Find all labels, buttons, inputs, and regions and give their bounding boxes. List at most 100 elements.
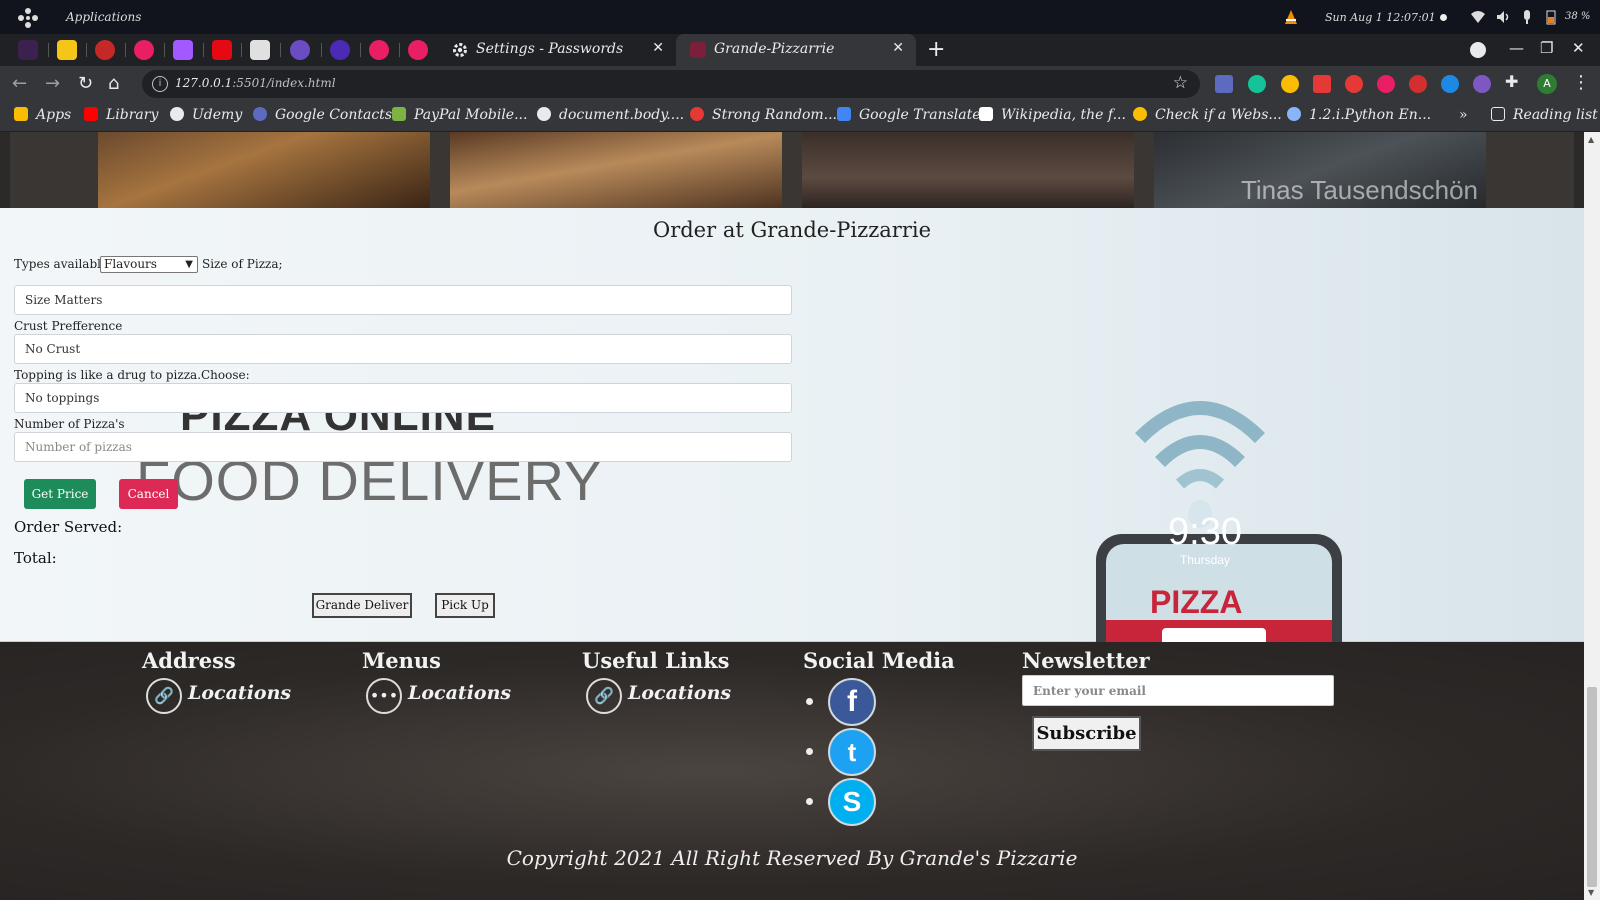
tab-close-icon[interactable]: ✕: [652, 40, 664, 56]
pinned-tab-icon[interactable]: [330, 40, 350, 60]
bookmark-wikipedia[interactable]: Wikipedia, the f...: [979, 107, 1126, 123]
extension-icon[interactable]: [1313, 75, 1331, 93]
grande-deliver-button[interactable]: Grande Deliver: [312, 593, 412, 618]
crust-label: Crust Prefference: [14, 319, 123, 333]
image-watermark: Tinas Tausendschön: [1240, 175, 1478, 205]
play-circle-icon[interactable]: [408, 40, 428, 60]
chevron-down-icon: ▼: [185, 259, 193, 270]
grammarly-extension-icon[interactable]: [1248, 75, 1266, 93]
reload-icon[interactable]: ↻: [78, 73, 93, 94]
bookmark-google-translate[interactable]: Google Translate: [837, 107, 981, 123]
types-select[interactable]: Flavours ▼: [100, 256, 198, 273]
translate-extension-icon[interactable]: [1215, 75, 1233, 93]
back-arrow-icon[interactable]: ←: [12, 73, 27, 94]
twitter-icon[interactable]: t: [828, 728, 876, 776]
bookmark-apps[interactable]: Apps: [14, 107, 71, 123]
topping-field[interactable]: No toppings: [14, 383, 792, 413]
pinned-tab-icon[interactable]: [18, 40, 38, 60]
play-circle-icon[interactable]: [369, 40, 389, 60]
home-icon[interactable]: ⌂: [108, 73, 119, 94]
pizza-count-label: Number of Pizza's: [14, 417, 125, 431]
site-info-icon[interactable]: i: [152, 76, 168, 92]
newsletter-email-input[interactable]: Enter your email: [1022, 675, 1334, 706]
tab-grande-pizzarrie[interactable]: Grande-Pizzarrie ✕: [676, 34, 916, 66]
play-circle-icon[interactable]: [134, 40, 154, 60]
bookmark-python[interactable]: 1.2.i.Python En...: [1287, 107, 1431, 123]
bookmark-label: Apps: [36, 107, 72, 123]
bookmark-strong-random[interactable]: Strong Random...: [690, 107, 837, 123]
applications-menu[interactable]: Applications: [66, 10, 141, 24]
order-form-panel: PIZZA ONLINE FOOD DELIVERY 9:30 Thursday…: [0, 208, 1584, 642]
netflix-icon[interactable]: [212, 40, 232, 60]
tab-settings-passwords[interactable]: Settings - Passwords ✕: [438, 34, 676, 66]
restore-icon[interactable]: ❐: [1540, 39, 1553, 57]
bookmark-google-contacts[interactable]: Google Contacts: [253, 107, 392, 123]
pizza-count-input[interactable]: Number of pizzas: [14, 432, 792, 462]
vlc-icon[interactable]: [1283, 9, 1299, 25]
skype-icon[interactable]: S: [828, 778, 876, 826]
scroll-up-icon[interactable]: ▲: [1588, 135, 1594, 144]
search-icon: [1133, 107, 1147, 121]
pinned-tab-icon[interactable]: [95, 40, 115, 60]
minimize-icon[interactable]: —: [1509, 39, 1524, 57]
volume-icon[interactable]: [1495, 9, 1511, 25]
scrollbar-thumb[interactable]: [1587, 687, 1597, 887]
scroll-down-icon[interactable]: ▼: [1588, 888, 1594, 897]
adblock-extension-icon[interactable]: [1409, 75, 1427, 93]
figma-icon[interactable]: [173, 40, 193, 60]
bookmark-check-website[interactable]: Check if a Webs...: [1133, 107, 1282, 123]
new-tab-plus-icon[interactable]: +: [927, 37, 945, 62]
tab-separator: [125, 43, 126, 57]
bookmark-udemy[interactable]: Udemy: [170, 107, 242, 123]
bookmark-library[interactable]: Library: [84, 107, 158, 123]
site-footer: Address Menus Useful Links Social Media …: [0, 642, 1584, 900]
extension-icon[interactable]: [1441, 75, 1459, 93]
phone-day: Thursday: [1180, 553, 1231, 567]
close-window-icon[interactable]: ✕: [1572, 39, 1585, 57]
bookmark-star-icon[interactable]: ☆: [1173, 73, 1188, 93]
youtube-icon: [84, 107, 98, 121]
size-field[interactable]: Size Matters: [14, 285, 792, 315]
tab-separator: [241, 43, 242, 57]
profile-avatar[interactable]: A: [1537, 74, 1557, 94]
order-served-label: Order Served:: [14, 518, 123, 536]
browser-menu-icon[interactable]: ⋮: [1572, 72, 1590, 93]
tab-separator: [48, 43, 49, 57]
extension-icon[interactable]: [1281, 75, 1299, 93]
url-text[interactable]: 127.0.0.1:5501/index.html: [175, 76, 336, 90]
subscribe-button[interactable]: Subscribe: [1032, 716, 1141, 751]
tab-close-icon[interactable]: ✕: [892, 40, 904, 56]
pick-up-button[interactable]: Pick Up: [435, 593, 495, 618]
cancel-button[interactable]: Cancel: [119, 479, 178, 509]
microphone-icon[interactable]: [1519, 9, 1535, 25]
globe-icon: [537, 107, 551, 121]
imdb-icon[interactable]: [57, 40, 77, 60]
system-clock[interactable]: Sun Aug 1 12:07:01: [1325, 11, 1436, 24]
bookmark-label: PayPal Mobile...: [414, 107, 528, 123]
bookmark-paypal[interactable]: PayPal Mobile...: [392, 107, 527, 123]
extension-icon[interactable]: [1377, 75, 1395, 93]
tab-search-icon[interactable]: [1470, 42, 1486, 58]
wifi-icon[interactable]: [1470, 9, 1486, 25]
page-title: Order at Grande-Pizzarrie: [652, 218, 931, 242]
forward-arrow-icon[interactable]: →: [45, 73, 60, 94]
bookmark-document-body[interactable]: document.body....: [537, 107, 684, 123]
apps-grid-icon[interactable]: [17, 7, 39, 29]
reading-list[interactable]: Reading list: [1491, 107, 1598, 123]
get-price-button[interactable]: Get Price: [24, 479, 96, 509]
battery-icon[interactable]: [1543, 9, 1559, 25]
extension-icon[interactable]: [1345, 75, 1363, 93]
extension-icon[interactable]: [1473, 75, 1491, 93]
bookmark-label: Udemy: [192, 107, 243, 123]
gallery-image: [98, 132, 430, 208]
page-scrollbar[interactable]: ▲ ▼: [1584, 132, 1600, 900]
address-bar[interactable]: i 127.0.0.1:5501/index.html ☆: [142, 70, 1200, 98]
more-bookmarks-icon[interactable]: »: [1459, 107, 1468, 123]
puzzle-extensions-icon[interactable]: ✚: [1505, 72, 1523, 91]
browser-tab-strip: Settings - Passwords ✕ Grande-Pizzarrie …: [0, 34, 1600, 66]
link-label: Locations: [408, 682, 512, 704]
pinned-tab-icon[interactable]: [250, 40, 270, 60]
pinned-tab-icon[interactable]: [290, 40, 310, 60]
crust-field[interactable]: No Crust: [14, 334, 792, 364]
facebook-icon[interactable]: f: [828, 678, 876, 726]
